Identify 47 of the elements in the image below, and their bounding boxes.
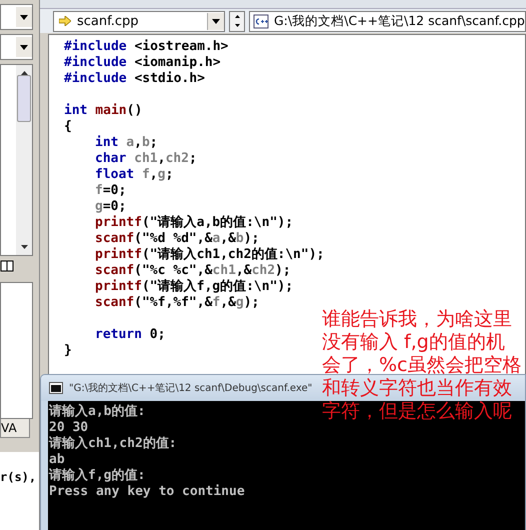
code-line: {: [64, 119, 72, 135]
down-arrow-icon: [234, 24, 240, 28]
code-line: printf("请输入a,b的值:\n");: [94, 215, 294, 231]
code-line: g=0;: [94, 199, 126, 215]
console-line: 请输入ch1,ch2的值:: [49, 436, 177, 452]
console-line: 请输入a,b的值:: [49, 404, 146, 420]
cpp-file-icon: [253, 14, 270, 28]
dropdown-arrow-icon: [20, 14, 28, 20]
file-dropdown[interactable]: scanf.cpp: [53, 10, 225, 32]
code-editor[interactable]: [48, 34, 526, 375]
scrollbar-thumb[interactable]: [17, 75, 31, 122]
file-path-field[interactable]: G:\我的文档\C++笔记\12 scanf\scanf.cpp: [249, 10, 526, 32]
dropdown-field[interactable]: [0, 4, 33, 30]
arrow-icon: [59, 16, 71, 26]
code-line: return 0;: [94, 327, 166, 343]
window-title: "G:\我的文档\C++笔记\12 scanf\Debug\scanf.exe": [69, 382, 312, 395]
code-line: scanf("%d %d",&a,&b);: [94, 231, 260, 246]
up-arrow-icon: [234, 14, 240, 18]
code-line: #include <iostream.h>: [64, 39, 228, 55]
code-line: f=0;: [94, 183, 126, 199]
code-line: printf("请输入ch1,ch2的值:\n");: [94, 247, 324, 263]
book-icon[interactable]: [0, 260, 14, 272]
code-line: #include <stdio.h>: [64, 71, 205, 87]
annotation-text: 谁能告诉我，为啥这里没有输入 f,g的值的机会了，%c虽然会把空格和转义字符也当作有效字符，但是怎么输入呢: [322, 308, 522, 423]
dropdown-arrow-icon: [20, 44, 28, 50]
code-line: }: [64, 343, 72, 359]
output-text: r(s),: [0, 470, 36, 484]
dropdown-field[interactable]: [0, 34, 33, 60]
up-arrow-icon[interactable]: [20, 71, 28, 75]
console-line: ab: [49, 452, 65, 468]
dropdown-arrow-icon[interactable]: [212, 18, 220, 24]
spin-button[interactable]: [229, 10, 245, 32]
console-window-icon: [49, 382, 63, 394]
console-line: 20 30: [49, 420, 88, 436]
code-line: float f,g;: [94, 167, 174, 183]
code-line: printf("请输入f,g的值:\n");: [94, 279, 294, 295]
code-line: int main(): [64, 103, 142, 119]
code-line: int a,b;: [94, 135, 158, 151]
code-line: #include <iomanip.h>: [64, 55, 221, 71]
code-line: scanf("%f,%f",&f,&g);: [94, 295, 260, 311]
console-line: 请输入f,g的值:: [49, 468, 146, 484]
console-line: Press any key to continue: [49, 484, 245, 500]
code-line: char ch1,ch2;: [94, 151, 197, 167]
panel-tab[interactable]: VA: [0, 419, 30, 438]
down-arrow-icon[interactable]: [20, 245, 28, 249]
scrollbar[interactable]: [16, 65, 32, 255]
code-line: scanf("%c %c",&ch1,&ch2);: [94, 263, 291, 278]
